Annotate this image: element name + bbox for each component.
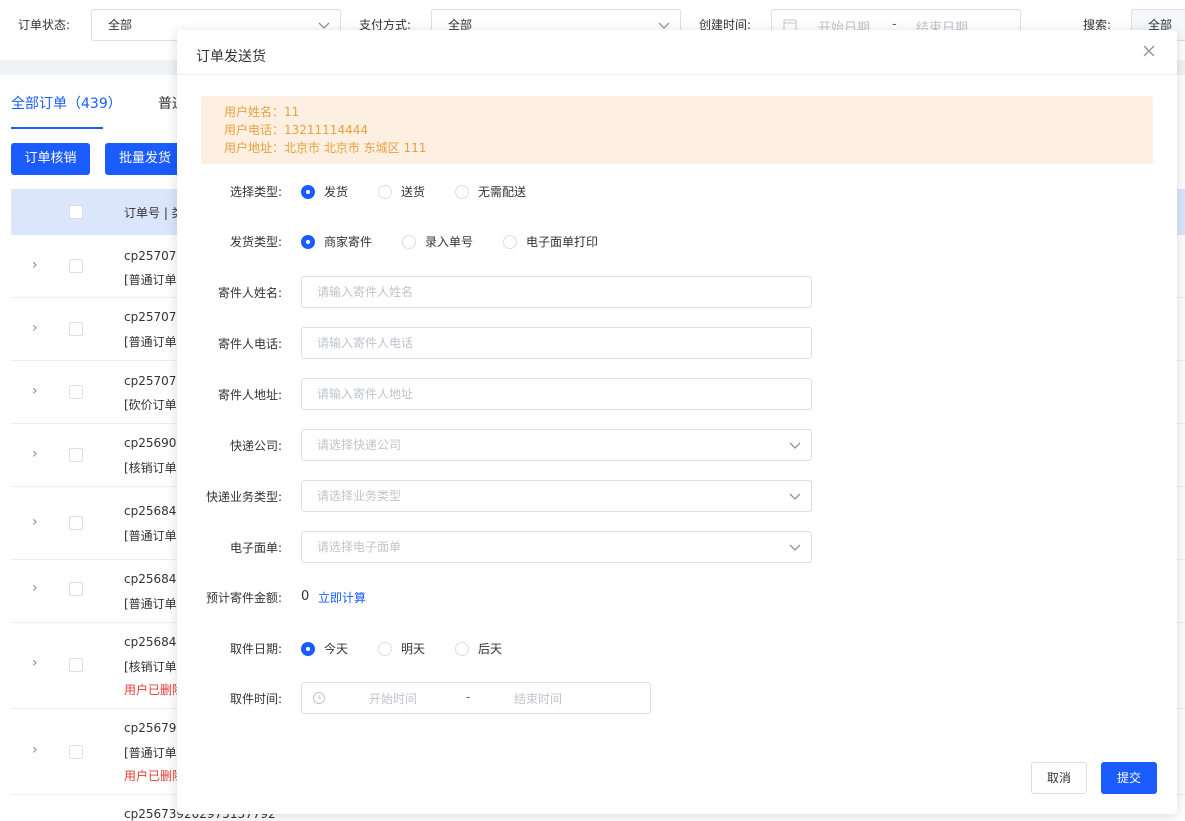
sender-phone-row: 寄件人电话:: [177, 327, 1177, 359]
pickup-time-label: 取件时间:: [229, 692, 282, 706]
ship-type-label: 发货类型:: [229, 235, 282, 249]
chevron-down-icon: [789, 493, 801, 500]
dialog-divider: [177, 74, 1177, 75]
courier-service-select[interactable]: 请选择业务类型: [301, 480, 812, 512]
sender-address-input[interactable]: [301, 378, 812, 410]
calculate-now-link[interactable]: 立即计算: [318, 589, 366, 606]
sender-phone-label: 寄件人电话:: [217, 337, 282, 351]
pickup-time-range-picker[interactable]: 开始时间 - 结束时间: [301, 682, 651, 714]
sender-address-row: 寄件人地址:: [177, 378, 1177, 410]
radio-no-delivery[interactable]: 无需配送: [455, 183, 526, 200]
radio-dot: [455, 184, 470, 199]
radio-dot: [378, 641, 393, 656]
radio-dot: [301, 641, 315, 656]
radio-label: 发货: [324, 185, 349, 199]
close-icon[interactable]: [1142, 44, 1156, 58]
radio-label: 电子面单打印: [526, 235, 599, 249]
submit-button[interactable]: 提交: [1101, 762, 1157, 794]
radio-merchant-send[interactable]: 商家寄件: [301, 233, 372, 250]
radio-today[interactable]: 今天: [301, 640, 348, 657]
radio-tomorrow[interactable]: 明天: [378, 640, 425, 657]
sender-name-input[interactable]: [301, 276, 812, 308]
cancel-button[interactable]: 取消: [1031, 762, 1087, 794]
user-address: 用户地址：北京市 北京市 东城区 111: [224, 141, 427, 155]
e-waybill-label: 电子面单:: [229, 541, 282, 555]
courier-row: 快递公司: 请选择快递公司: [177, 429, 1177, 461]
time-start: 开始时间: [369, 692, 418, 706]
select-type-label: 选择类型:: [229, 185, 282, 199]
radio-enter-tracking[interactable]: 录入单号: [402, 233, 473, 250]
radio-dot: [455, 641, 470, 656]
select-type-row: 选择类型: 发货 送货 无需配送: [177, 175, 1177, 207]
e-waybill-select[interactable]: 请选择电子面单: [301, 531, 812, 563]
radio-dot: [378, 184, 393, 199]
radio-label: 送货: [401, 185, 426, 199]
radio-dot: [503, 234, 518, 249]
ship-order-dialog: 订单发送货 用户姓名：11 用户电话：13211114444 用户地址：北京市 …: [177, 30, 1177, 814]
radio-label: 明天: [401, 642, 426, 656]
courier-service-placeholder: 请选择业务类型: [317, 489, 402, 503]
radio-ship[interactable]: 发货: [301, 183, 348, 200]
radio-dot: [301, 184, 315, 199]
sender-phone-input[interactable]: [301, 327, 812, 359]
e-waybill-placeholder: 请选择电子面单: [317, 540, 402, 554]
e-waybill-row: 电子面单: 请选择电子面单: [177, 531, 1177, 563]
user-info-alert: 用户姓名：11 用户电话：13211114444 用户地址：北京市 北京市 东城…: [201, 96, 1153, 164]
radio-label: 无需配送: [478, 185, 527, 199]
courier-service-row: 快递业务类型: 请选择业务类型: [177, 480, 1177, 512]
estimate-row: 预计寄件金额: 0 立即计算: [177, 581, 1177, 613]
radio-day-after[interactable]: 后天: [455, 640, 502, 657]
courier-service-label: 快递业务类型:: [205, 490, 282, 504]
estimate-amount: 0: [301, 589, 310, 604]
radio-label: 商家寄件: [324, 235, 373, 249]
pickup-date-label: 取件日期:: [229, 642, 282, 656]
dialog-title: 订单发送货: [196, 49, 266, 65]
radio-label: 今天: [324, 642, 349, 656]
courier-select[interactable]: 请选择快递公司: [301, 429, 812, 461]
radio-deliver[interactable]: 送货: [378, 183, 425, 200]
radio-e-waybill-print[interactable]: 电子面单打印: [503, 233, 598, 250]
sender-name-row: 寄件人姓名:: [177, 276, 1177, 308]
pickup-date-row: 取件日期: 今天 明天 后天: [177, 632, 1177, 664]
ship-type-row: 发货类型: 商家寄件 录入单号 电子面单打印: [177, 225, 1177, 257]
sender-address-label: 寄件人地址:: [217, 388, 282, 402]
chevron-down-icon: [789, 544, 801, 551]
sender-name-label: 寄件人姓名:: [217, 286, 282, 300]
radio-dot: [301, 234, 315, 249]
chevron-down-icon: [789, 442, 801, 449]
pickup-time-row: 取件时间: 开始时间 - 结束时间: [177, 682, 1177, 714]
select-type-radio-group: 发货 送货 无需配送: [301, 183, 556, 200]
estimate-label: 预计寄件金额:: [205, 591, 282, 605]
time-sep: -: [466, 690, 471, 704]
courier-label: 快递公司:: [229, 439, 282, 453]
ship-type-radio-group: 商家寄件 录入单号 电子面单打印: [301, 233, 628, 250]
time-end: 结束时间: [514, 692, 563, 706]
user-name: 用户姓名：11: [224, 105, 300, 119]
clock-icon: [313, 692, 325, 704]
pickup-date-radio-group: 今天 明天 后天: [301, 640, 532, 657]
courier-placeholder: 请选择快递公司: [317, 438, 402, 452]
radio-dot: [402, 234, 417, 249]
radio-label: 后天: [478, 642, 503, 656]
user-phone: 用户电话：13211114444: [224, 123, 368, 137]
radio-label: 录入单号: [425, 235, 474, 249]
